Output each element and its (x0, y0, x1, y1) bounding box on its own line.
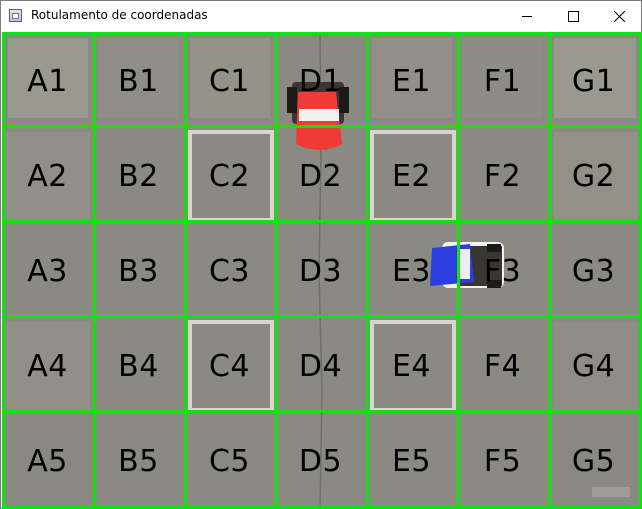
cell-label: F1 (483, 64, 522, 99)
grid-line (2, 220, 642, 223)
cell-label: F4 (483, 349, 522, 384)
cell-label: C4 (208, 349, 251, 384)
cell-label: G3 (571, 254, 616, 289)
grid-line (2, 410, 642, 413)
cell-label: B5 (118, 444, 159, 479)
app-window-icon (9, 9, 22, 22)
cell-label: G2 (571, 159, 616, 194)
maximize-button[interactable] (550, 1, 596, 32)
cell-label: A4 (27, 349, 68, 384)
close-icon (614, 11, 625, 22)
cell-label: C5 (208, 444, 251, 479)
minimize-button[interactable] (504, 1, 550, 32)
cell-label: B1 (118, 64, 159, 99)
cell-label: D2 (298, 159, 343, 194)
minimize-icon (522, 16, 532, 17)
cell-label: G5 (571, 444, 616, 479)
cell-label: F2 (483, 159, 522, 194)
cell-label: E3 (391, 254, 432, 289)
window-title: Rotulamento de coordenadas (31, 8, 208, 22)
camera-view: A1 B1 C1 D1 E1 F1 G1 A2 B2 C2 D2 E2 F2 G… (2, 32, 642, 509)
cell-label: A1 (27, 64, 68, 99)
cell-label: D1 (298, 64, 343, 99)
title-bar[interactable]: Rotulamento de coordenadas (1, 1, 641, 32)
grid-line (2, 125, 642, 128)
cell-label: E4 (391, 349, 432, 384)
cell-label: C3 (208, 254, 251, 289)
cell-label: G1 (571, 64, 616, 99)
cell-label: F3 (483, 254, 522, 289)
cell-label: D3 (298, 254, 343, 289)
cell-label: D4 (298, 349, 343, 384)
app-window: Rotulamento de coordenadas A1 B1 C1 D1 E… (0, 0, 642, 509)
cell-label: C1 (208, 64, 251, 99)
cell-label: B2 (118, 159, 159, 194)
cell-label: C2 (208, 159, 251, 194)
cell-label: E5 (391, 444, 432, 479)
cell-label: A3 (27, 254, 68, 289)
cell-label: B3 (118, 254, 159, 289)
grid-line (2, 32, 642, 35)
grid-line (2, 315, 642, 318)
cell-label: A2 (27, 159, 68, 194)
cell-label: D5 (298, 444, 343, 479)
cell-label: B4 (118, 349, 159, 384)
cell-label: A5 (27, 444, 68, 479)
cell-label: E1 (391, 64, 432, 99)
cell-label: F5 (483, 444, 522, 479)
maximize-icon (568, 11, 579, 22)
close-button[interactable] (596, 1, 642, 32)
cell-label: G4 (571, 349, 616, 384)
cell-label: E2 (391, 159, 432, 194)
